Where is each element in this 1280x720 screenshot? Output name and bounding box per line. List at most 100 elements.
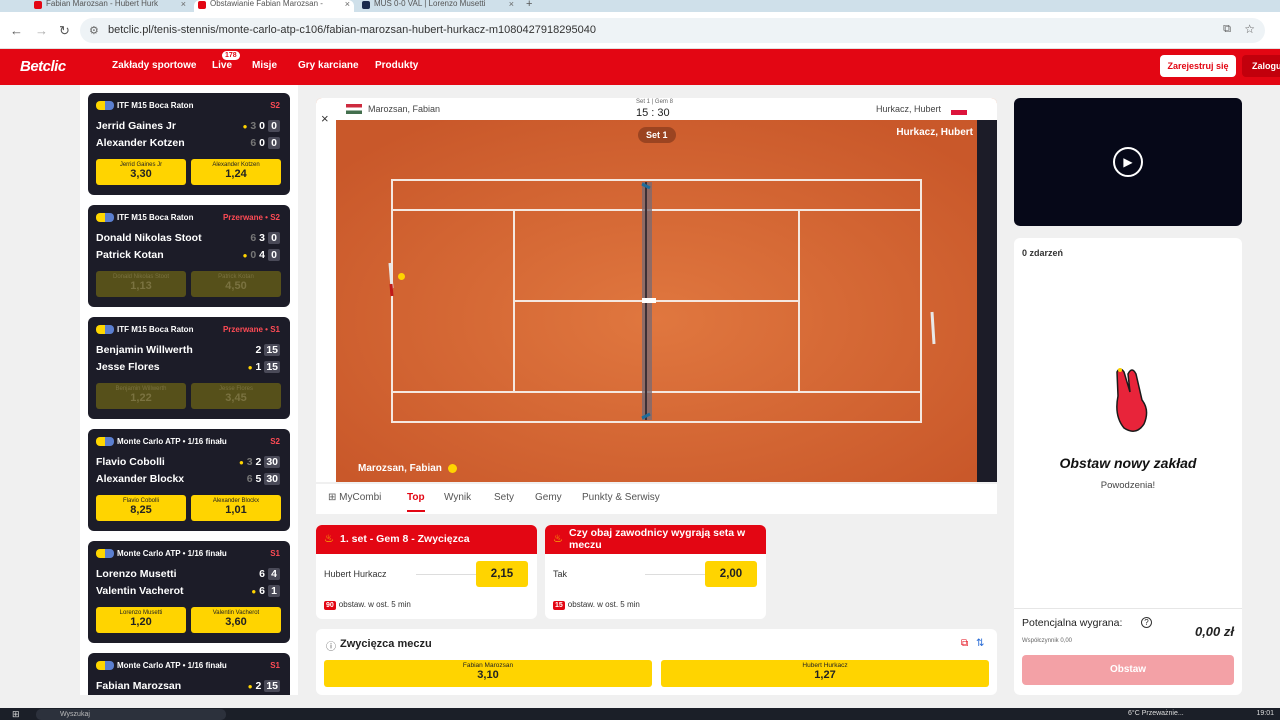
os-taskbar: ⊞ Wyszukaj 6°C Przeważnie... 19:01	[0, 708, 1280, 720]
hungary-flag-icon	[346, 104, 362, 114]
match-score2: ● 0 40	[243, 249, 280, 261]
match-card[interactable]: Monte Carlo ATP • 1/16 finału S2 Flavio …	[88, 429, 290, 531]
potential-win-value: 0,00 zł	[1194, 624, 1234, 639]
windows-start-icon[interactable]: ⊞	[12, 709, 20, 720]
winner-odd-player2[interactable]: Hubert Hurkacz 1,27	[661, 660, 989, 687]
fire-icon: ♨	[553, 533, 563, 545]
play-icon[interactable]: ▶	[1113, 147, 1143, 177]
match-league: ITF M15 Boca Raton	[96, 101, 193, 111]
tab-top[interactable]: Top	[407, 492, 425, 512]
address-bar[interactable]: ⚙ betclic.pl/tenis-stennis/monte-carlo-a…	[80, 18, 1265, 43]
menu-sports[interactable]: Zakłady sportowe	[112, 60, 196, 71]
ball-icon	[398, 273, 405, 280]
match-league: ITF M15 Boca Raton	[96, 213, 193, 223]
odd-button-player2[interactable]: Jesse Flores 3,45	[191, 383, 281, 409]
match-player2: Valentin Vacherot	[96, 585, 184, 597]
help-icon[interactable]: ?	[1141, 617, 1152, 628]
match-score2: ● 1 15	[247, 361, 280, 373]
menu-card-games[interactable]: Gry karciane	[298, 60, 359, 71]
serve-ball-icon: ●	[238, 458, 244, 467]
live-video[interactable]: ▶	[1014, 98, 1242, 226]
match-card[interactable]: Monte Carlo ATP • 1/16 finału S1 Fabian …	[88, 653, 290, 695]
login-button[interactable]: Zaloguj	[1242, 55, 1280, 77]
install-app-icon[interactable]: ⧉	[1223, 23, 1231, 36]
point-score: 15 : 30	[636, 107, 670, 119]
fingers-crossed-icon	[1116, 368, 1148, 432]
serve-ball-icon: ●	[247, 363, 253, 372]
odd-button-player2[interactable]: Valentin Vacherot 3,60	[191, 607, 281, 633]
menu-missions[interactable]: Misje	[252, 60, 277, 71]
forward-icon[interactable]: →	[35, 23, 48, 38]
bet-builder-icon[interactable]: ⧉	[961, 638, 968, 649]
odd-button-player1[interactable]: Flavio Cobolli 8,25	[96, 495, 186, 521]
odd-button-player2[interactable]: Alexander Blockx 1,01	[191, 495, 281, 521]
match-score2: 6 00	[250, 137, 280, 149]
bet-activity: 90 obstaw. w ost. 5 min	[324, 600, 411, 610]
odd-button-player2[interactable]: Patrick Kotan 4,50	[191, 271, 281, 297]
match-player1: Fabian Marozsan	[96, 680, 182, 692]
match-league: Monte Carlo ATP • 1/16 finału	[96, 661, 227, 671]
match-card[interactable]: ITF M15 Boca Raton S2 Jerrid Gaines Jr ●…	[88, 93, 290, 195]
match-score1: ● 3 00	[243, 120, 280, 132]
odd-button-player1[interactable]: Lorenzo Musetti 1,20	[96, 607, 186, 633]
odd-button-player1[interactable]: Benjamin Willwerth 1,22	[96, 383, 186, 409]
winner-odd-player1[interactable]: Fabian Marozsan 3,10	[324, 660, 652, 687]
match-card[interactable]: ITF M15 Boca Raton Przerwane • S2 Donald…	[88, 205, 290, 307]
menu-live[interactable]: Live	[212, 60, 232, 71]
back-icon[interactable]: ←	[10, 23, 23, 38]
close-tab-icon[interactable]: ×	[509, 0, 514, 9]
match-status: Przerwane • S1	[222, 325, 280, 334]
site-info-icon[interactable]: ⚙	[89, 24, 99, 37]
match-league: Monte Carlo ATP • 1/16 finału	[96, 437, 227, 447]
match-player1: Jerrid Gaines Jr	[96, 120, 176, 132]
match-player2: Alexander Kotzen	[96, 137, 185, 149]
browser-tab-active[interactable]: Obstawianie Fabian Marozsan - ×	[194, 0, 354, 12]
browser-tab[interactable]: Fabian Marozsan - Hubert Hurk ×	[30, 0, 190, 12]
reload-icon[interactable]: ↻	[59, 23, 70, 39]
info-icon[interactable]: ⓘ	[326, 638, 336, 653]
match-card[interactable]: ITF M15 Boca Raton Przerwane • S1 Benjam…	[88, 317, 290, 419]
tab-points-serves[interactable]: Punkty & Serwisy	[582, 492, 660, 503]
match-league: ITF M15 Boca Raton	[96, 325, 193, 335]
serve-ball-icon: ●	[242, 122, 248, 131]
bookmark-star-icon[interactable]: ☆	[1244, 22, 1255, 36]
match-status: Przerwane • S2	[222, 213, 280, 222]
match-status: S2	[270, 101, 280, 110]
browser-tab[interactable]: MUS 0-0 VAL | Lorenzo Musetti ×	[358, 0, 518, 12]
new-tab-icon[interactable]: +	[526, 0, 532, 10]
tab-gemy[interactable]: Gemy	[535, 492, 562, 503]
odd-button-player1[interactable]: Donald Nikolas Stoot 1,13	[96, 271, 186, 297]
register-button[interactable]: Zarejestruj się	[1160, 55, 1236, 77]
match-card[interactable]: Monte Carlo ATP • 1/16 finału S1 Lorenzo…	[88, 541, 290, 643]
close-tab-icon[interactable]: ×	[345, 0, 350, 9]
flag-icon	[96, 437, 114, 447]
tracker-right-panel	[977, 120, 997, 482]
match-score1: ● 3 2 30	[238, 456, 280, 468]
odd-button-player2[interactable]: Alexander Kotzen 1,24	[191, 159, 281, 185]
odd-button[interactable]: 2,15	[476, 561, 528, 587]
tab-mycombi[interactable]: ⊞ MyCombi	[328, 492, 381, 503]
tab-wynik[interactable]: Wynik	[444, 492, 471, 503]
match-player2: Patrick Kotan	[96, 249, 164, 261]
betclic-logo[interactable]: Betclic	[20, 58, 66, 75]
odd-button-player1[interactable]: Jerrid Gaines Jr 3,30	[96, 159, 186, 185]
bet-activity: 15 obstaw. w ost. 5 min	[553, 600, 640, 610]
bet-card-gem-winner: 1. set - Gem 8 - Zwycięzca ♨ Hubert Hurk…	[316, 525, 537, 619]
menu-products[interactable]: Produkty	[375, 60, 418, 71]
odd-button[interactable]: 2,00	[705, 561, 757, 587]
site-favicon-icon	[362, 1, 370, 9]
betclic-favicon-icon	[34, 1, 42, 9]
racket-right	[930, 311, 936, 345]
close-icon[interactable]: ×	[321, 111, 329, 126]
place-bet-button[interactable]: Obstaw	[1022, 655, 1234, 685]
slip-event-count: 0 zdarzeń	[1022, 248, 1064, 258]
match-player1: Benjamin Willwerth	[96, 344, 193, 356]
stats-icon[interactable]: ⇅	[976, 638, 984, 649]
clock: 19:01	[1256, 710, 1274, 717]
tab-sety[interactable]: Sety	[494, 492, 514, 503]
close-tab-icon[interactable]: ×	[181, 0, 186, 9]
taskbar-search[interactable]: Wyszukaj	[36, 709, 226, 720]
top-player-label: Hurkacz, Hubert	[896, 127, 973, 138]
set-indicator: Set 1	[638, 127, 676, 143]
match-winner-card: ⓘ Zwycięzca meczu ⧉ ⇅ Fabian Marozsan 3,…	[316, 629, 997, 695]
